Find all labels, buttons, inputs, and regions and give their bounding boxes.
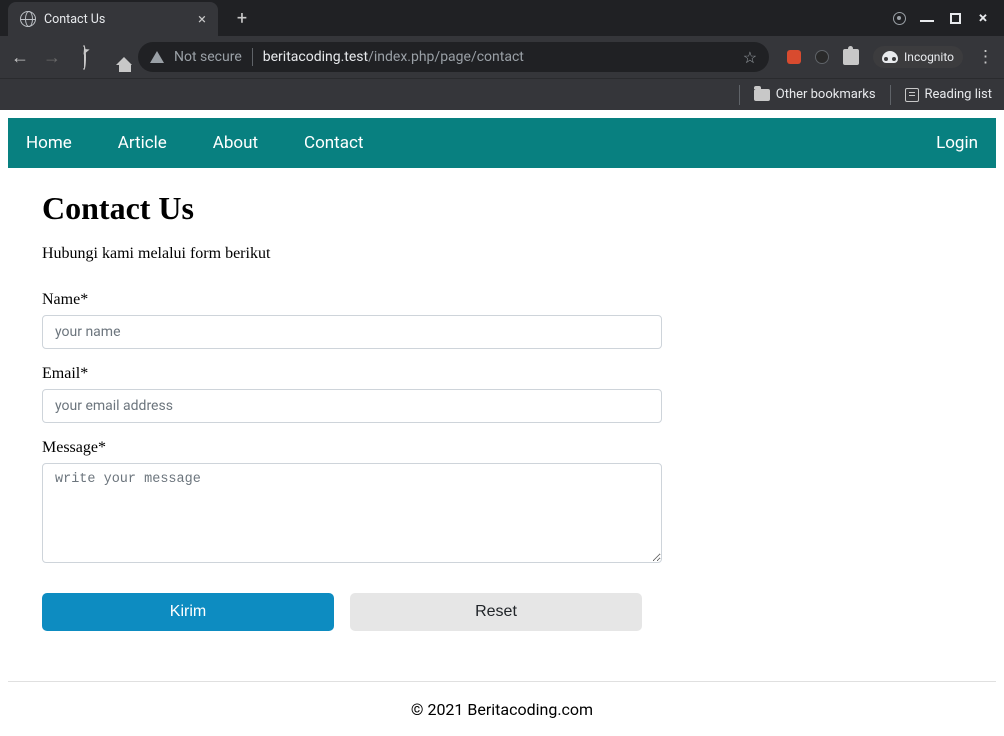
address-bar[interactable]: Not secure beritacoding.test/index.php/p… — [138, 42, 769, 72]
close-tab-button[interactable]: × — [198, 12, 206, 27]
bookmarks-bar: Other bookmarks Reading list — [0, 78, 1004, 110]
page-subtitle: Hubungi kami melalui form berikut — [42, 245, 962, 263]
name-input[interactable] — [42, 315, 662, 349]
chrome-account-icon[interactable] — [892, 11, 906, 25]
window-controls: × — [892, 11, 1004, 25]
nav-about[interactable]: About — [213, 133, 258, 153]
nav-contact[interactable]: Contact — [304, 133, 363, 153]
reload-button[interactable] — [74, 47, 94, 68]
email-label: Email* — [42, 365, 662, 383]
page-content: Contact Us Hubungi kami melalui form ber… — [8, 168, 996, 651]
incognito-badge[interactable]: Incognito — [873, 46, 963, 68]
other-bookmarks-button[interactable]: Other bookmarks — [754, 87, 876, 102]
bookmark-star-icon[interactable]: ☆ — [743, 48, 757, 67]
reading-list-icon — [905, 88, 919, 102]
name-label: Name* — [42, 291, 662, 309]
browser-tab[interactable]: Contact Us × — [8, 2, 218, 36]
reading-list-button[interactable]: Reading list — [905, 87, 992, 102]
incognito-icon — [882, 51, 898, 63]
divider — [739, 85, 740, 105]
extensions-icon[interactable] — [843, 49, 859, 65]
tab-title: Contact Us — [44, 12, 190, 27]
browser-menu-button[interactable]: ⋮ — [977, 49, 994, 66]
submit-button[interactable]: Kirim — [42, 593, 334, 631]
not-secure-label: Not secure — [174, 49, 242, 65]
form-group-name: Name* — [42, 291, 662, 349]
url-text: beritacoding.test/index.php/page/contact — [263, 49, 524, 65]
message-label: Message* — [42, 439, 662, 457]
new-tab-button[interactable]: + — [228, 8, 256, 29]
globe-icon — [20, 11, 36, 27]
browser-chrome: Contact Us × + × ← → Not secure beritaco… — [0, 0, 1004, 110]
reset-button[interactable]: Reset — [350, 593, 642, 631]
extension-icon[interactable] — [787, 50, 801, 64]
footer-text: © 2021 Beritacoding.com — [411, 700, 593, 719]
nav-article[interactable]: Article — [118, 133, 167, 153]
form-group-message: Message* — [42, 439, 662, 567]
nav-login[interactable]: Login — [936, 133, 978, 153]
main-nav: Home Article About Contact Login — [8, 118, 996, 168]
email-input[interactable] — [42, 389, 662, 423]
nav-home[interactable]: Home — [26, 133, 72, 153]
page-title: Contact Us — [42, 190, 962, 227]
footer: © 2021 Beritacoding.com — [8, 681, 996, 736]
forward-button[interactable]: → — [42, 47, 62, 68]
warning-icon — [150, 51, 164, 63]
divider — [252, 48, 253, 66]
divider — [890, 85, 891, 105]
page-viewport: Home Article About Contact Login Contact… — [0, 110, 1004, 736]
tab-bar: Contact Us × + × — [0, 0, 1004, 36]
minimize-window-button[interactable] — [920, 11, 934, 25]
folder-icon — [754, 89, 770, 101]
message-textarea[interactable] — [42, 463, 662, 563]
maximize-window-button[interactable] — [948, 11, 962, 25]
button-row: Kirim Reset — [42, 593, 642, 631]
close-window-button[interactable]: × — [976, 11, 990, 25]
back-button[interactable]: ← — [10, 47, 30, 68]
toolbar-right: Incognito ⋮ — [781, 46, 994, 68]
form-group-email: Email* — [42, 365, 662, 423]
browser-toolbar: ← → Not secure beritacoding.test/index.p… — [0, 36, 1004, 78]
extension-icon[interactable] — [815, 50, 829, 64]
